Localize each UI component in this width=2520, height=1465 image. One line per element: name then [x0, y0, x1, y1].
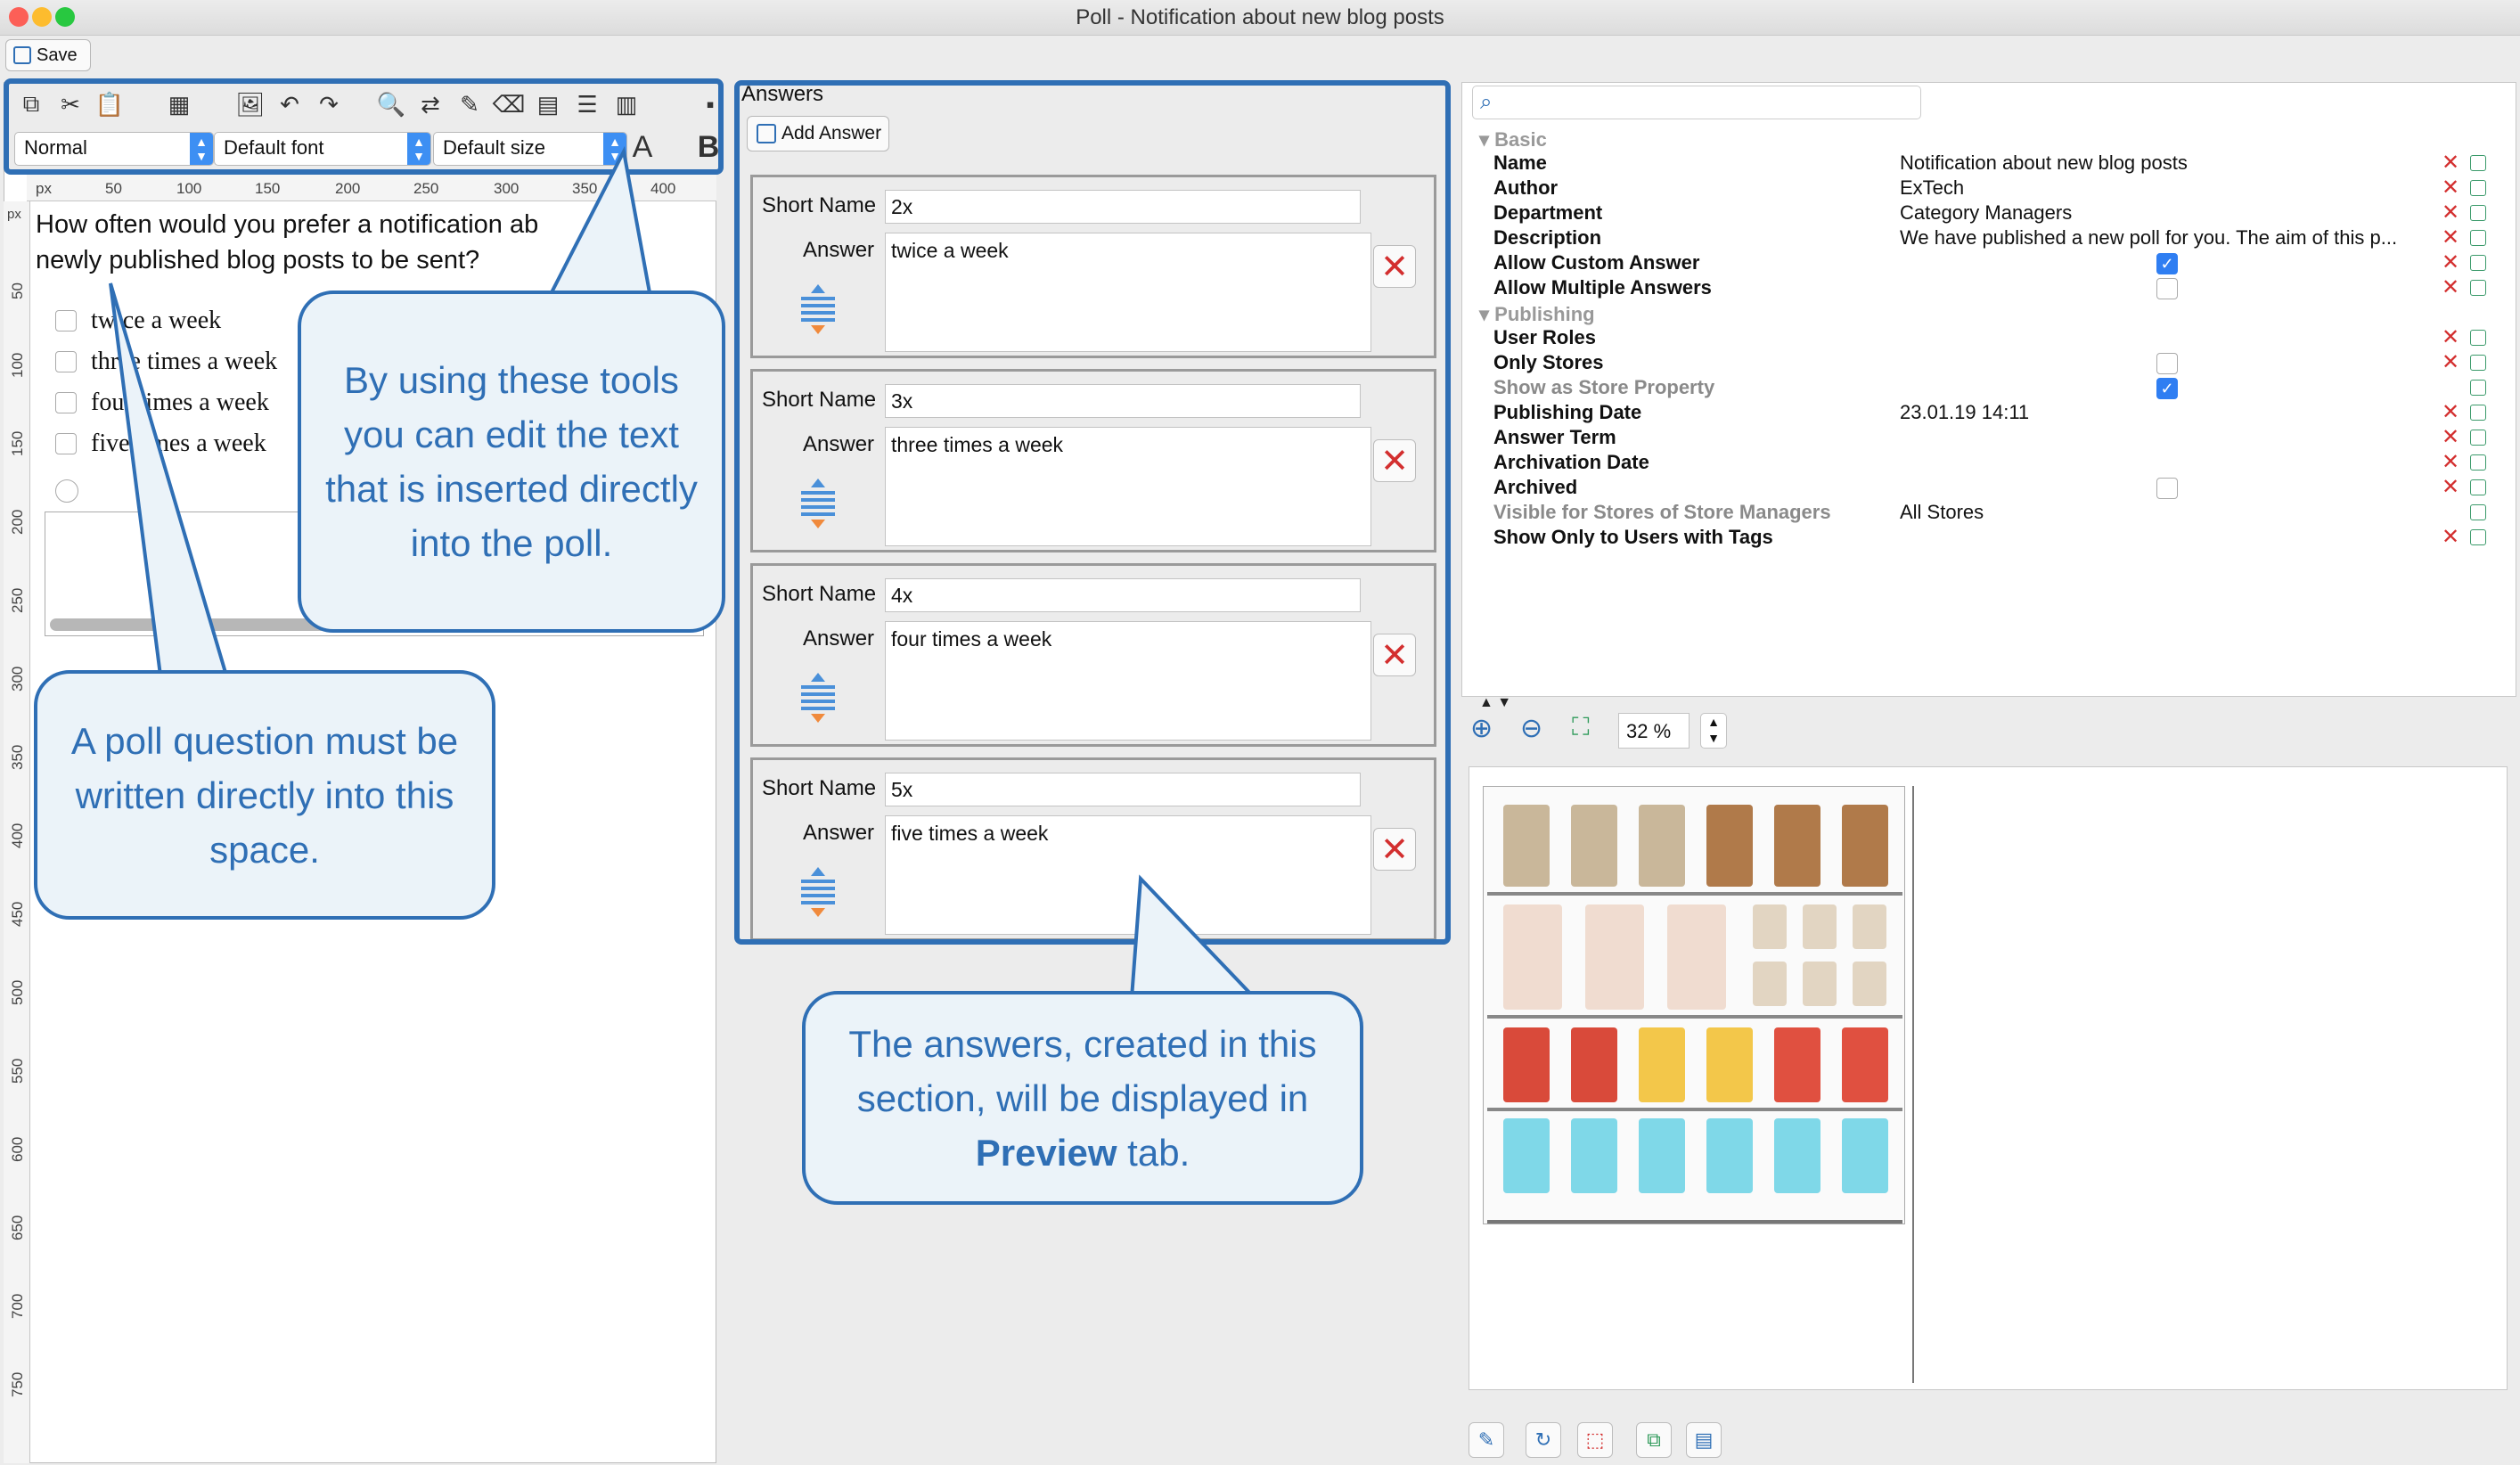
- question-callout-text: A poll question must be written directly…: [70, 719, 459, 871]
- preview-tab-emphasis: Preview: [975, 1131, 1117, 1174]
- tools-callout-text: By using these tools you can edit the te…: [325, 359, 698, 564]
- tools-callout: By using these tools you can edit the te…: [298, 291, 725, 633]
- callout-text-part: tab.: [1117, 1131, 1190, 1174]
- answers-callout: The answers, created in this section, wi…: [802, 991, 1363, 1205]
- question-callout: A poll question must be written directly…: [34, 670, 495, 920]
- callout-text-part: The answers, created in this section, wi…: [848, 1022, 1317, 1119]
- answers-callout-text: The answers, created in this section, wi…: [823, 1017, 1342, 1180]
